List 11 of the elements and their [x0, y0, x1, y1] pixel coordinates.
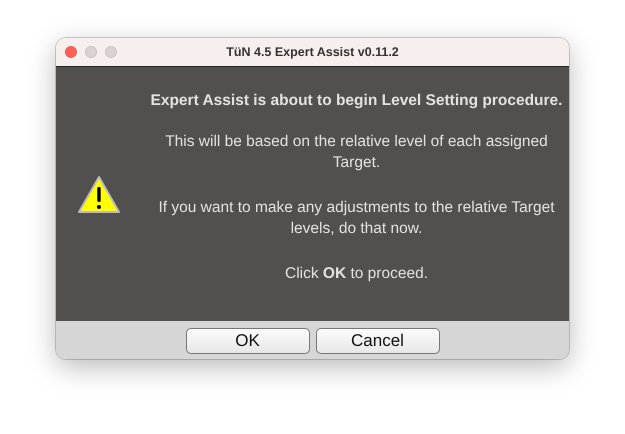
- message-text: If you want to make any adjustments to the relative Target levels, do that now.: [157, 198, 556, 239]
- message-text: This will be based on the relative level of each assigned Target.: [164, 132, 549, 173]
- window-title: TüN 4.5 Expert Assist v0.11.2: [226, 45, 399, 59]
- warning-icon: [77, 175, 121, 215]
- ok-button[interactable]: OK: [186, 328, 310, 354]
- message-text: Click OK to proceed.: [284, 264, 429, 284]
- message-heading: Expert Assist is about to begin Level Setting procedure.: [150, 91, 564, 111]
- close-icon[interactable]: [65, 46, 77, 58]
- minimize-icon[interactable]: [85, 46, 97, 58]
- zoom-icon[interactable]: [105, 46, 117, 58]
- cancel-button[interactable]: Cancel: [316, 328, 440, 354]
